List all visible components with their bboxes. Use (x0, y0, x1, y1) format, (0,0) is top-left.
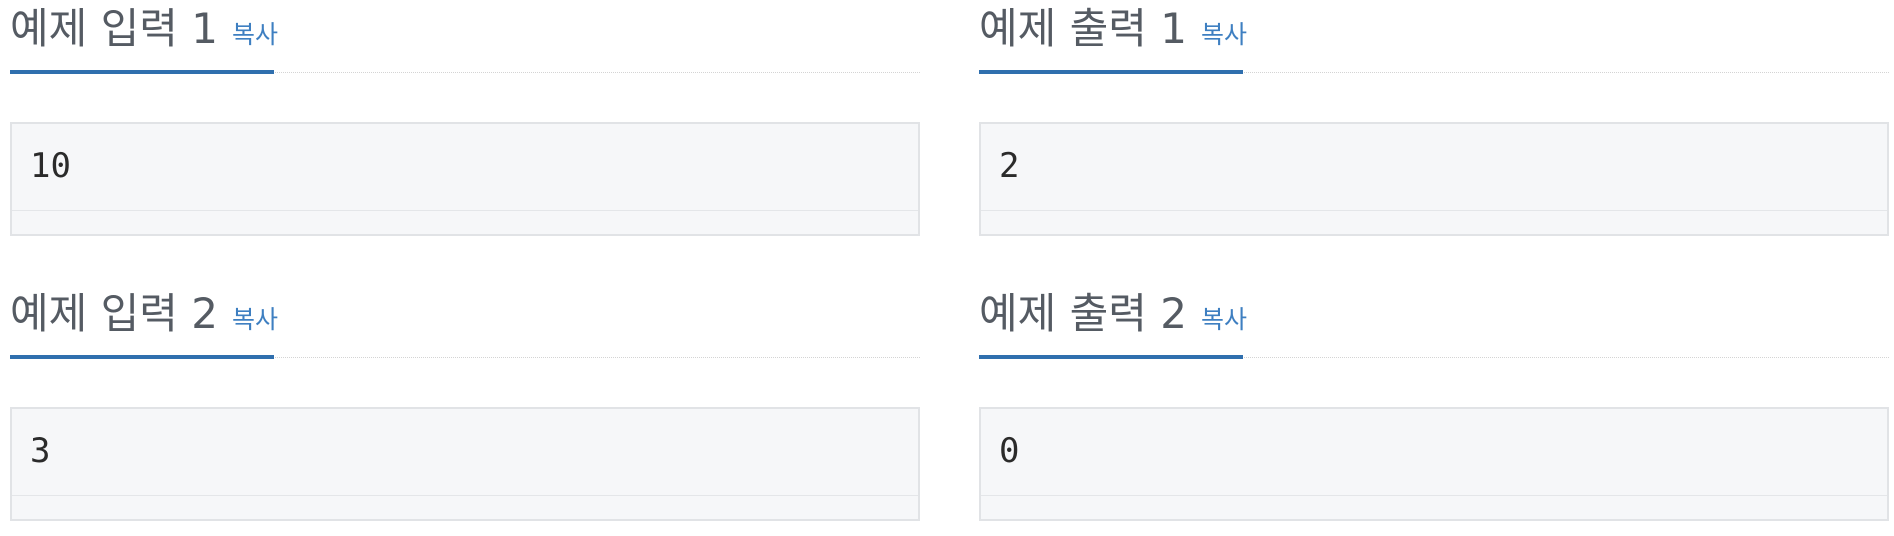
sample-output-1-box[interactable]: 2 (979, 122, 1889, 236)
copy-sample-input-2-link[interactable]: 복사 (232, 305, 278, 334)
sample-input-2-headline: 예제 입력 2 복사 (10, 285, 920, 359)
sample-output-2-title: 예제 출력 2 (979, 289, 1187, 338)
headline-title: 예제 입력 1 복사 (10, 0, 278, 67)
sample-input-2-value: 3 (30, 431, 51, 471)
sample-box-separator (981, 495, 1887, 496)
sample-input-2-section: 예제 입력 2 복사 3 (10, 285, 920, 521)
copy-sample-output-1-link[interactable]: 복사 (1201, 20, 1247, 49)
sample-output-1-title: 예제 출력 1 (979, 4, 1187, 53)
sample-output-2-headline: 예제 출력 2 복사 (979, 285, 1889, 359)
sample-box-separator (12, 210, 918, 211)
copy-sample-output-2-link[interactable]: 복사 (1201, 305, 1247, 334)
sample-output-2-section: 예제 출력 2 복사 0 (979, 285, 1889, 521)
sample-input-1-headline: 예제 입력 1 복사 (10, 0, 920, 74)
sample-output-1-headline: 예제 출력 1 복사 (979, 0, 1889, 74)
sample-output-2-value: 0 (999, 431, 1020, 471)
headline-title: 예제 출력 1 복사 (979, 0, 1247, 67)
sample-input-1-box[interactable]: 10 (10, 122, 920, 236)
sample-box-separator (981, 210, 1887, 211)
headline-underline (10, 355, 274, 359)
sample-input-1-section: 예제 입력 1 복사 10 (10, 0, 920, 236)
sample-output-1-value: 2 (999, 146, 1020, 186)
sample-input-1-title: 예제 입력 1 (10, 4, 218, 53)
headline-title: 예제 입력 2 복사 (10, 285, 278, 352)
sample-output-2-box[interactable]: 0 (979, 407, 1889, 521)
sample-input-2-title: 예제 입력 2 (10, 289, 218, 338)
sample-input-2-box[interactable]: 3 (10, 407, 920, 521)
copy-sample-input-1-link[interactable]: 복사 (232, 20, 278, 49)
sample-input-1-value: 10 (30, 146, 71, 186)
headline-title: 예제 출력 2 복사 (979, 285, 1247, 352)
sample-output-1-section: 예제 출력 1 복사 2 (979, 0, 1889, 236)
headline-underline (979, 355, 1243, 359)
headline-underline (10, 70, 274, 74)
headline-underline (979, 70, 1243, 74)
sample-box-separator (12, 495, 918, 496)
